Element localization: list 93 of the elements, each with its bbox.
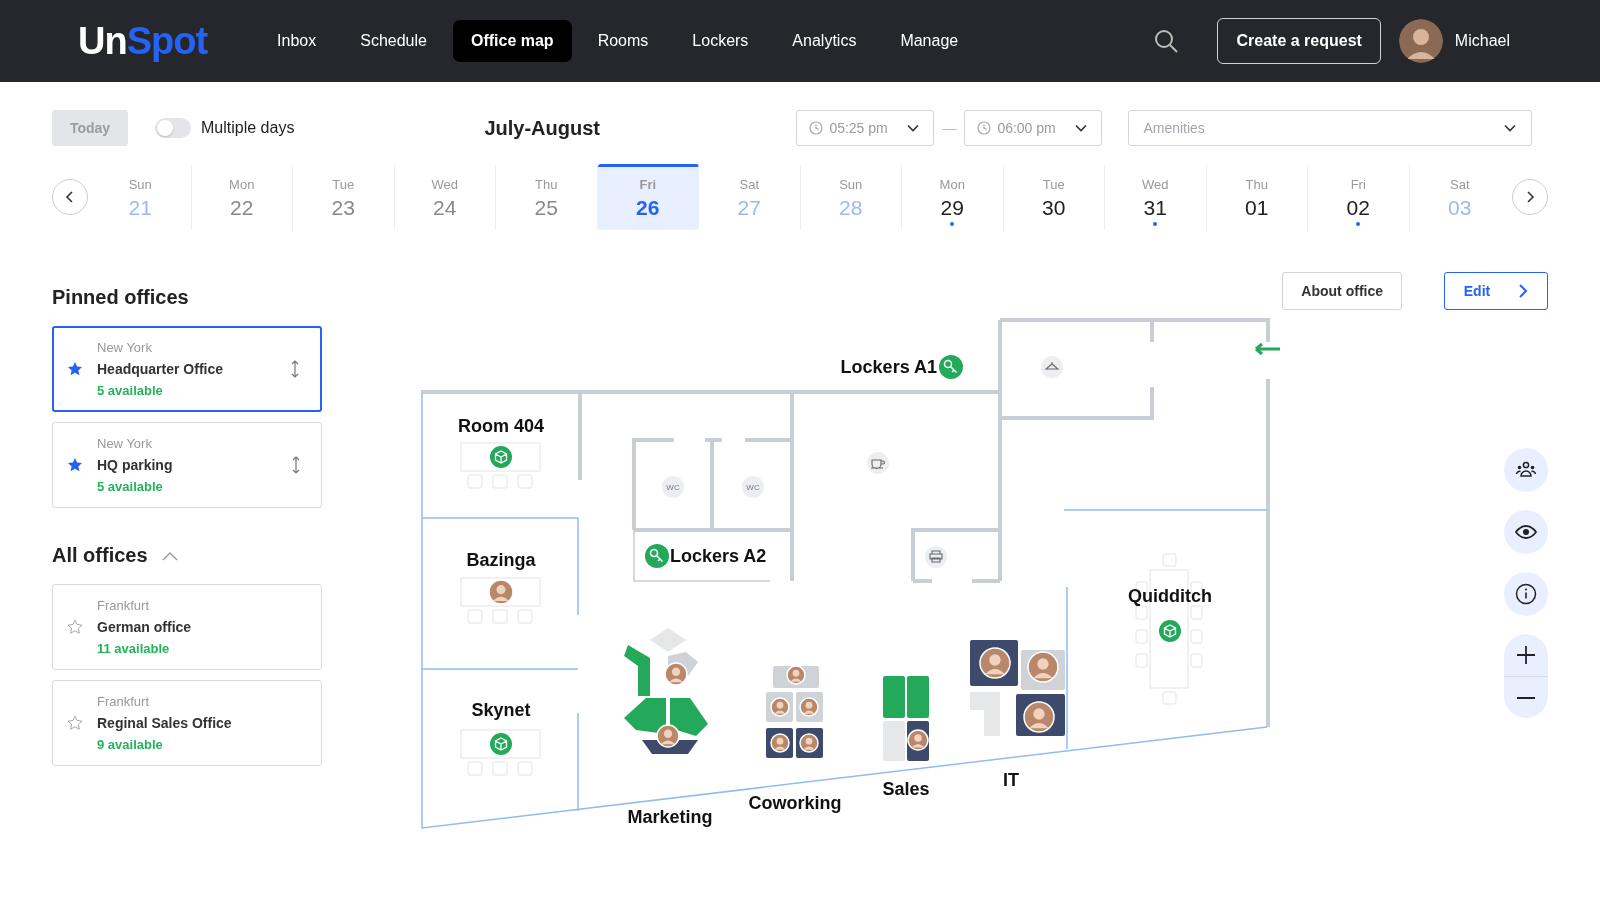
office-city: Frankfurt <box>97 694 150 709</box>
nav-tab[interactable]: Inbox <box>259 20 335 62</box>
availability-text: 5 available <box>97 479 164 494</box>
key-icon[interactable] <box>645 544 669 568</box>
office-card[interactable]: New York HQ parking 5 available <box>52 422 322 508</box>
nav-tab[interactable]: Rooms <box>579 20 667 62</box>
search-icon[interactable] <box>1153 28 1180 54</box>
zone-label: Coworking <box>748 793 842 813</box>
cube-icon[interactable] <box>1159 620 1181 642</box>
nav-tab[interactable]: Lockers <box>674 20 767 62</box>
lockers-label: Lockers A2 <box>670 546 767 566</box>
clock-icon <box>977 121 992 135</box>
date-cell[interactable]: Thu 01 <box>1206 164 1308 230</box>
date-cell[interactable]: Tue 30 <box>1003 164 1105 230</box>
room-label: Quidditch <box>1128 586 1212 606</box>
about-office-button[interactable]: About office <box>1282 272 1402 310</box>
caret-up-icon[interactable] <box>161 550 178 561</box>
period-title: July-August <box>484 116 601 140</box>
nav-tab[interactable]: Schedule <box>342 20 445 62</box>
logo: UnSpot <box>78 19 208 63</box>
availability-text: 9 available <box>97 737 164 752</box>
zone-label: Marketing <box>627 807 713 827</box>
chevron-right-icon <box>1518 284 1529 298</box>
cube-icon[interactable] <box>490 446 512 468</box>
date-cell[interactable]: Thu 25 <box>496 164 598 230</box>
date-cell[interactable]: Mon 22 <box>191 164 293 230</box>
coffee-cup-icon <box>867 452 889 474</box>
star-outline-icon[interactable] <box>67 619 83 635</box>
desk-cluster-drawing[interactable] <box>970 640 1065 736</box>
date-cell[interactable]: Fri 02 <box>1308 164 1410 230</box>
desk-cluster-drawing[interactable] <box>883 676 929 761</box>
people-button[interactable] <box>1504 448 1548 492</box>
date-cell[interactable]: Fri 26 <box>597 164 699 230</box>
room-label: Skynet <box>471 700 531 720</box>
next-button[interactable] <box>1512 179 1548 215</box>
user-name: Michael <box>1454 32 1510 50</box>
room-label: Bazinga <box>466 550 536 570</box>
star-icon[interactable] <box>67 457 83 473</box>
availability-text: 11 available <box>97 641 171 656</box>
cube-icon[interactable] <box>490 733 512 755</box>
desk-cluster-drawing[interactable] <box>766 665 823 758</box>
entrance-arrow-icon <box>1254 342 1282 356</box>
office-card[interactable]: Frankfurt Reginal Sales Office 9 available <box>52 680 322 766</box>
hanger-icon <box>1041 356 1063 378</box>
room-label: Room 404 <box>458 416 544 436</box>
zone-label: IT <box>1003 770 1019 790</box>
edit-button[interactable]: Edit <box>1444 272 1548 310</box>
zone-label: Sales <box>882 779 930 799</box>
office-name: Reginal Sales Office <box>97 715 233 731</box>
office-card[interactable]: New York Headquarter Office 5 available <box>52 326 322 412</box>
availability-text: 5 available <box>97 383 164 398</box>
create-request-button[interactable]: Create a request <box>1217 18 1381 64</box>
date-cell[interactable]: Wed 24 <box>394 164 496 230</box>
reorder-icon[interactable] <box>291 456 301 474</box>
clock-icon <box>809 121 824 135</box>
printer-icon <box>925 546 947 568</box>
toggle-label: Multiple days <box>201 119 295 137</box>
info-button[interactable] <box>1504 572 1548 616</box>
lockers-label: Lockers A1 <box>840 357 937 377</box>
range-dash: — <box>942 120 957 136</box>
info-icon <box>1515 583 1537 605</box>
meeting-table-drawing[interactable] <box>460 729 541 776</box>
office-name: HQ parking <box>97 457 174 473</box>
reorder-icon[interactable] <box>290 360 300 378</box>
multiple-days-toggle[interactable] <box>155 118 191 138</box>
date-cell[interactable]: Mon 29 <box>902 164 1004 230</box>
star-icon[interactable] <box>67 361 83 377</box>
star-outline-icon[interactable] <box>67 715 83 731</box>
previous-button[interactable] <box>52 179 88 215</box>
restroom-label: WC <box>746 483 760 492</box>
office-name: German office <box>97 619 193 635</box>
office-city: New York <box>97 436 153 451</box>
plus-icon <box>1515 644 1537 666</box>
office-card[interactable]: Frankfurt German office 11 available <box>52 584 322 670</box>
nav-tab[interactable]: Office map <box>452 20 572 62</box>
nav-tab[interactable]: Analytics <box>774 20 875 62</box>
date-cell[interactable]: Wed 31 <box>1105 164 1207 230</box>
person-avatar[interactable] <box>488 579 514 605</box>
eye-button[interactable] <box>1504 510 1548 554</box>
amenities-field[interactable]: Amenities <box>1128 110 1533 146</box>
date-cell[interactable]: Tue 23 <box>293 164 395 230</box>
user-avatar[interactable] <box>1398 19 1443 63</box>
office-city: Frankfurt <box>97 598 150 613</box>
office-name: Headquarter Office <box>97 361 225 377</box>
desk-cluster-drawing[interactable] <box>624 628 708 754</box>
section-title: All offices <box>52 544 148 567</box>
restroom-label: WC <box>666 483 680 492</box>
key-icon[interactable] <box>939 355 963 379</box>
office-city: New York <box>97 340 153 355</box>
meeting-table-drawing[interactable] <box>460 442 541 489</box>
nav-tab[interactable]: Manage <box>882 20 977 62</box>
section-title: Pinned offices <box>52 286 189 309</box>
minus-icon <box>1515 696 1537 699</box>
